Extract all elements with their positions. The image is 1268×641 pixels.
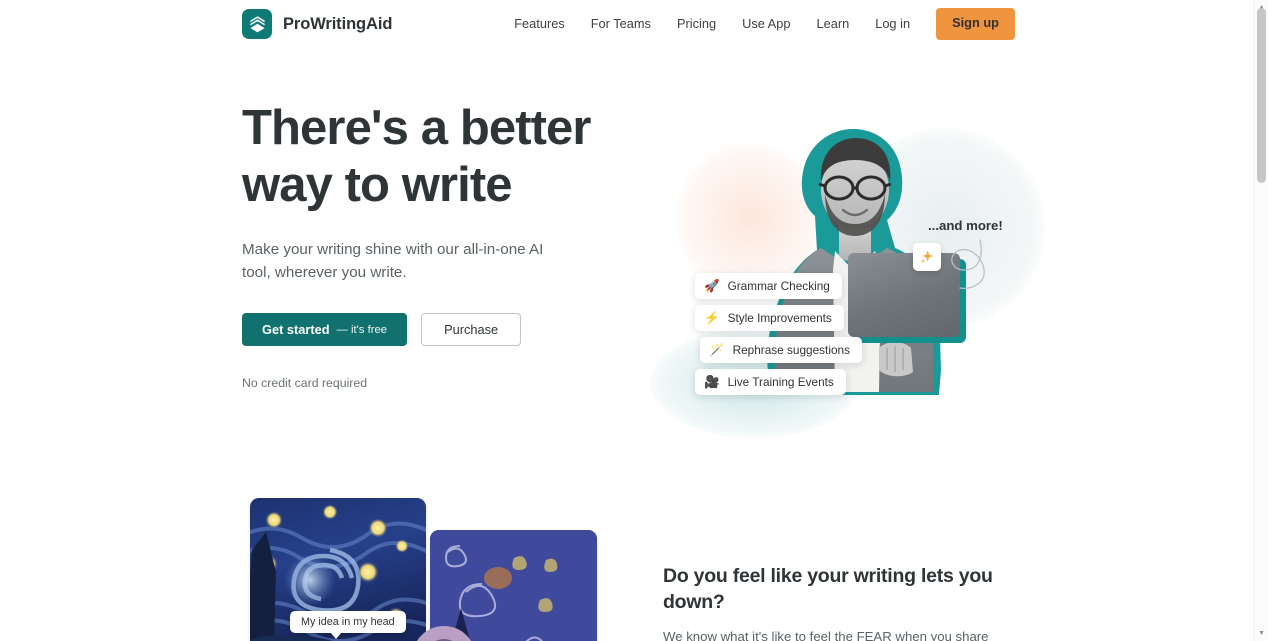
scrollbar-down-arrow-icon[interactable]: ▼ [1254, 626, 1268, 641]
purchase-button[interactable]: Purchase [421, 313, 522, 346]
feature-pill-grammar-checking: 🚀 Grammar Checking [695, 273, 842, 299]
page-scrollbar[interactable]: ▲ ▼ [1253, 0, 1268, 641]
video-camera-icon: 🎥 [704, 374, 720, 389]
hero-copy: There's a better way to write Make your … [242, 100, 642, 390]
scrollbar-thumb[interactable] [1257, 8, 1266, 183]
magic-wand-icon: 🪄 [709, 342, 725, 357]
hero-title: There's a better way to write [242, 101, 591, 212]
nav-link-pricing[interactable]: Pricing [664, 12, 729, 37]
nav-link-for-teams[interactable]: For Teams [578, 12, 664, 37]
and-more-label: ...and more! [928, 218, 1003, 233]
feature-pill-label: Rephrase suggestions [732, 343, 850, 357]
feature-pill-style-improvements: ⚡ Style Improvements [695, 305, 844, 331]
feature-pill-list: 🚀 Grammar Checking ⚡ Style Improvements … [683, 273, 862, 395]
hero-cta-group: Get started — it's free Purchase [242, 313, 642, 346]
feature-pill-rephrase-suggestions: 🪄 Rephrase suggestions [700, 337, 862, 363]
writing-lets-you-down-section: My idea in my head Do you feel like your… [0, 478, 1258, 641]
feature-pill-label: Live Training Events [727, 375, 834, 389]
flat-starry-night-graphic [430, 530, 597, 641]
starry-night-illustration: My idea in my head [242, 498, 597, 641]
section2-body: We know what it's like to feel the FEAR … [663, 629, 989, 641]
rocket-icon: 🚀 [704, 278, 720, 293]
feature-pill-live-training-events: 🎥 Live Training Events [695, 369, 846, 395]
and-more-callout: ...and more! [920, 218, 1030, 298]
site-header: ProWritingAid Features For Teams Pricing… [0, 0, 1258, 48]
get-started-sublabel: — it's free [336, 323, 388, 336]
get-started-label: Get started [262, 322, 330, 337]
sign-up-button[interactable]: Sign up [936, 8, 1015, 40]
feature-pill-label: Style Improvements [727, 311, 832, 325]
no-credit-card-note: No credit card required [242, 376, 368, 390]
hero-section: There's a better way to write Make your … [0, 48, 1258, 478]
idea-caption-bubble: My idea in my head [290, 611, 406, 639]
hero-illustration: ...and more! 🚀 Grammar Checking ⚡ Style … [650, 98, 1045, 438]
hero-subtitle: Make your writing shine with our all-in-… [242, 241, 544, 281]
page-root: ProWritingAid Features For Teams Pricing… [0, 0, 1268, 641]
brand-name: ProWritingAid [283, 14, 393, 33]
flat-starry-night-card [430, 530, 597, 641]
nav-link-learn[interactable]: Learn [803, 12, 862, 37]
get-started-button[interactable]: Get started — it's free [242, 313, 408, 346]
main-navigation: Features For Teams Pricing Use App Learn… [501, 0, 1015, 48]
lightning-bolt-icon: ⚡ [704, 310, 720, 325]
nav-link-features[interactable]: Features [501, 12, 578, 37]
nav-link-use-app[interactable]: Use App [729, 12, 803, 37]
brand-logo-link[interactable]: ProWritingAid [242, 9, 392, 39]
feature-pill-label: Grammar Checking [727, 279, 830, 293]
stacked-pages-logo-icon [242, 9, 272, 39]
nav-link-log-in[interactable]: Log in [862, 12, 923, 37]
section2-copy: Do you feel like your writing lets you d… [663, 563, 1033, 641]
section2-title: Do you feel like your writing lets you d… [663, 565, 993, 613]
